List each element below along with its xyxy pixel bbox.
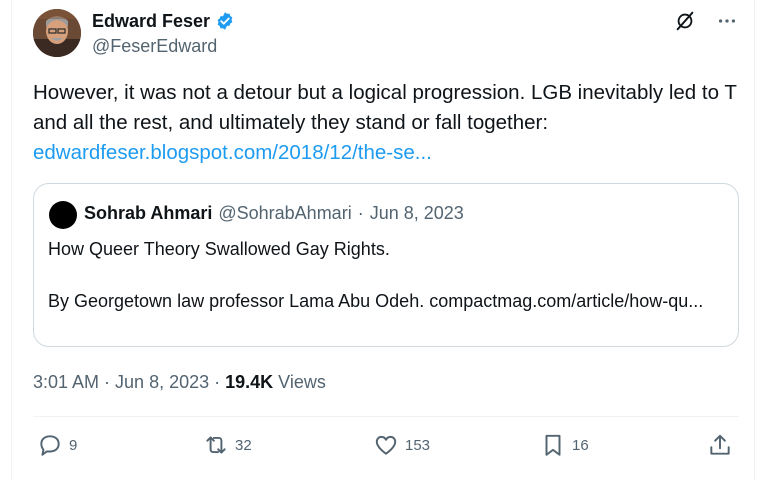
quote-author-handle: @SohrabAhmari [218, 203, 352, 223]
tweet-body: However, it was not a detour but a logic… [33, 81, 737, 134]
author-name-row: Edward Feser [92, 10, 235, 32]
quote-line-1: How Queer Theory Swallowed Gay Rights. [48, 239, 390, 259]
author-avatar[interactable] [33, 9, 81, 57]
like-icon [375, 435, 397, 455]
quote-line-2: By Georgetown law professor Lama Abu Ode… [48, 291, 704, 311]
quote-text: How Queer Theory Swallowed Gay Rights. B… [48, 236, 728, 314]
tweet-link[interactable]: edwardfeser.blogspot.com/2018/12/the-se.… [33, 138, 745, 168]
repost-count: 32 [235, 436, 252, 454]
bookmark-count: 16 [572, 436, 589, 454]
bookmark-button[interactable]: 16 [540, 432, 589, 458]
reply-count: 9 [69, 436, 78, 454]
author-name[interactable]: Edward Feser [92, 11, 210, 32]
quoted-tweet[interactable]: Sohrab Ahmari @SohrabAhmari · Jun 8, 202… [33, 183, 739, 347]
reply-icon [40, 435, 60, 456]
grok-icon[interactable] [673, 9, 697, 33]
quote-separator: · [357, 203, 364, 223]
divider [33, 416, 739, 417]
tweet-date[interactable]: Jun 8, 2023 [115, 372, 209, 393]
author-handle[interactable]: @FeserEdward [92, 36, 217, 57]
bookmark-icon [545, 434, 561, 456]
share-icon [710, 434, 730, 455]
tweet-text: However, it was not a detour but a logic… [33, 78, 745, 168]
views-label: Views [278, 372, 326, 392]
quote-header: Sohrab Ahmari @SohrabAhmari · Jun 8, 202… [84, 203, 464, 224]
share-button[interactable] [707, 432, 733, 458]
repost-button[interactable]: 32 [203, 432, 252, 458]
quote-date: Jun 8, 2023 [369, 203, 464, 223]
tweet-time[interactable]: 3:01 AM [33, 372, 99, 393]
reply-button[interactable]: 9 [37, 432, 77, 458]
like-count: 153 [405, 436, 431, 454]
like-button[interactable]: 153 [373, 432, 430, 458]
meta-separator-2: · [214, 372, 221, 392]
repost-icon [206, 436, 226, 454]
more-icon[interactable] [715, 9, 739, 33]
meta-separator: · [104, 372, 111, 392]
views-count[interactable]: 19.4K [225, 372, 273, 393]
tweet-actions: 9 32 153 16 [33, 432, 739, 462]
quote-author-avatar[interactable] [49, 201, 77, 229]
tweet-header-actions [673, 9, 739, 33]
verified-badge-icon[interactable] [215, 11, 235, 31]
quote-author-name: Sohrab Ahmari [84, 203, 213, 223]
tweet-meta: 3:01 AM · Jun 8, 2023 · 19.4K Views [33, 372, 326, 393]
